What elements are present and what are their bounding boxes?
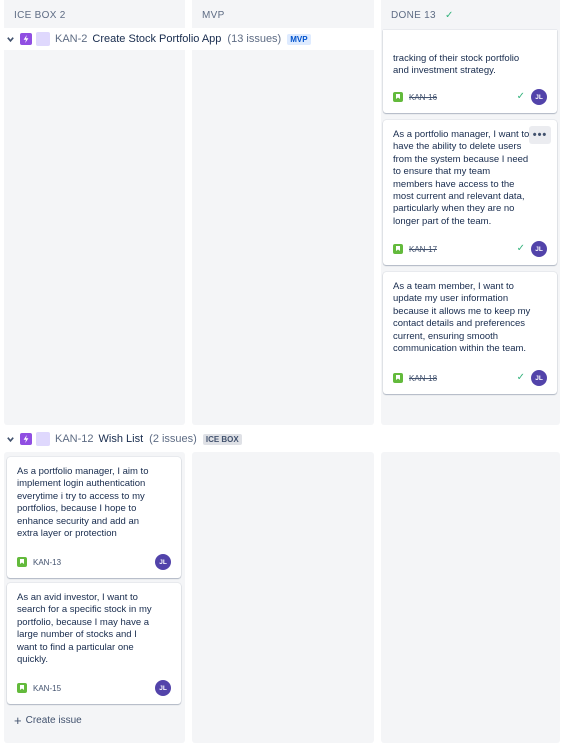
summary-line: tracking of their stock portfolio (393, 53, 520, 64)
summary-line: As an avid investor, I want to (17, 592, 138, 603)
card-footer: KAN-17 ✓ JL (393, 241, 547, 257)
summary-line: portfolios, because I hope to (17, 503, 137, 515)
swimlane-header-kan-2[interactable]: KAN-2 Create Stock Portfolio App (13 iss… (0, 28, 380, 50)
epic-key[interactable]: KAN-2 (55, 33, 87, 45)
done-check-icon: ✓ (516, 372, 525, 383)
create-issue-label: Create issue (25, 715, 82, 726)
story-icon (17, 557, 27, 567)
epic-title: Wish List (98, 433, 144, 445)
summary-line: most current and relevant data, (393, 191, 525, 203)
summary-line: extra layer or protection (17, 528, 117, 540)
issue-key[interactable]: KAN-16 (409, 93, 437, 102)
issue-count: (13 issues) (227, 33, 282, 45)
column-title: MVP (202, 10, 225, 21)
chevron-down-icon[interactable] (4, 33, 16, 45)
column-done-bg-lane2 (381, 452, 560, 743)
check-icon: ✓ (445, 10, 454, 21)
summary-line: quickly. (17, 654, 48, 666)
summary-line: update my user information (393, 293, 509, 305)
avatar[interactable]: JL (155, 680, 171, 696)
more-actions-button[interactable]: ••• (529, 126, 551, 144)
column-header-icebox: ICE BOX 2 (4, 0, 185, 30)
summary-line: want to find a particular one (17, 641, 134, 653)
issue-key[interactable]: KAN-18 (409, 374, 437, 383)
avatar[interactable]: JL (531, 370, 547, 386)
summary-line: longer part of the team. (393, 215, 492, 227)
epic-key[interactable]: KAN-12 (55, 433, 94, 445)
column-icebox-bg (4, 0, 185, 425)
story-icon (17, 683, 27, 693)
story-icon (393, 244, 403, 254)
card-summary: tracking of their stock portfolio and in… (393, 53, 519, 78)
card-summary: As a portfolio manager, I aim to impleme… (17, 466, 148, 540)
chevron-down-icon[interactable] (4, 433, 16, 445)
summary-line: everytime i try to access to my (17, 490, 145, 502)
summary-line: implement login authentication (17, 478, 146, 490)
summary-line: to ensure that my team (393, 166, 491, 178)
avatar[interactable]: JL (531, 241, 547, 257)
summary-line: contact details and preferences (393, 318, 526, 330)
column-title: DONE 13 (391, 10, 436, 21)
summary-line: As a portfolio manager, I want to (393, 129, 530, 140)
card-footer: KAN-16 ✓ JL (393, 89, 547, 105)
card-summary: As a team member, I want to update my us… (393, 281, 530, 355)
issue-key[interactable]: KAN-13 (33, 558, 61, 567)
create-issue-button[interactable]: + Create issue (14, 713, 82, 728)
card-summary: As a portfolio manager, I want to have t… (393, 129, 529, 228)
column-header-mvp: MVP (192, 0, 374, 30)
summary-line: large number of stocks and I (17, 629, 137, 641)
summary-line: communication within the team. (393, 343, 527, 355)
summary-line: As a team member, I want to (393, 281, 514, 292)
status-badge: ICE BOX (202, 433, 242, 445)
done-check-icon: ✓ (516, 91, 525, 102)
avatar[interactable]: JL (155, 554, 171, 570)
done-check-icon: ✓ (516, 243, 525, 254)
column-mvp-bg (192, 0, 374, 425)
issue-card-kan-16[interactable]: while also enabling easier tracking of t… (383, 30, 557, 113)
summary-line: current, ensuring smooth (393, 330, 499, 342)
epic-title: Create Stock Portfolio App (92, 33, 222, 45)
summary-line: particularly when they are no (393, 203, 515, 215)
card-footer: KAN-15 JL (17, 680, 171, 696)
column-mvp-bg-lane2 (192, 452, 374, 743)
plus-icon: + (14, 713, 22, 728)
summary-line: have the ability to delete users (393, 141, 522, 153)
summary-line: because it allows me to keep my (393, 305, 531, 317)
story-icon (393, 92, 403, 102)
summary-line: members have access to the (393, 178, 515, 190)
card-summary: As an avid investor, I want to search fo… (17, 592, 152, 666)
issue-card-kan-17[interactable]: As a portfolio manager, I want to have t… (383, 120, 557, 265)
epic-lightning-icon (20, 433, 32, 445)
avatar[interactable]: JL (531, 89, 547, 105)
card-footer: KAN-18 ✓ JL (393, 370, 547, 386)
card-footer: KAN-13 JL (17, 554, 171, 570)
epic-lightning-icon (20, 33, 32, 45)
summary-line: portfolio, because I may have a (17, 616, 150, 628)
summary-line: and investment strategy. (393, 65, 496, 77)
column-title: ICE BOX 2 (14, 10, 66, 21)
issue-card-kan-18[interactable]: As a team member, I want to update my us… (383, 272, 557, 394)
issue-card-kan-15[interactable]: As an avid investor, I want to search fo… (7, 583, 181, 704)
issue-card-kan-13[interactable]: As a portfolio manager, I aim to impleme… (7, 457, 181, 578)
swimlane-header-kan-12[interactable]: KAN-12 Wish List (2 issues) ICE BOX (0, 428, 563, 450)
status-badge: MVP (287, 33, 311, 45)
summary-line: from the system because I need (393, 153, 529, 165)
summary-line: enhance security and add an (17, 515, 140, 527)
epic-color-square (36, 32, 50, 46)
epic-color-square (36, 432, 50, 446)
issue-key[interactable]: KAN-15 (33, 684, 61, 693)
column-header-done: DONE 13 ✓ (381, 0, 560, 30)
issue-count: (2 issues) (149, 433, 197, 445)
summary-line: search for a specific stock in my (17, 604, 152, 616)
story-icon (393, 373, 403, 383)
summary-line: As a portfolio manager, I aim to (17, 466, 149, 477)
issue-key[interactable]: KAN-17 (409, 245, 437, 254)
